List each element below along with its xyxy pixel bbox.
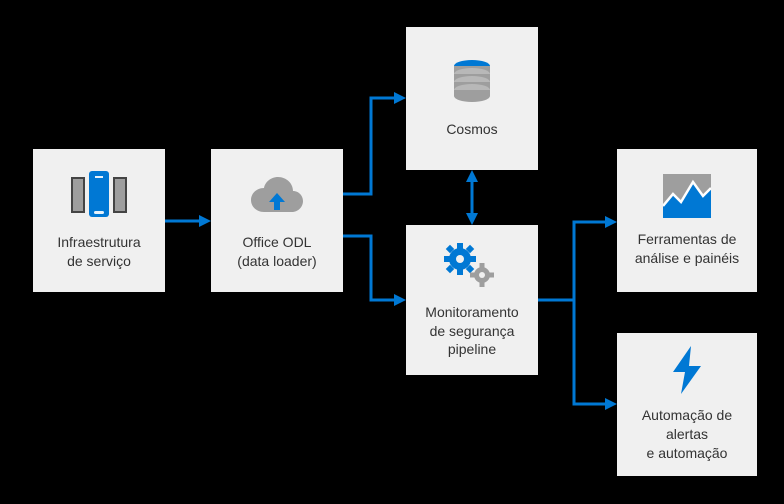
box-monitoring: Monitoramentode segurançapipeline: [406, 225, 538, 375]
arrow-monitor-to-tools: [538, 214, 617, 308]
box-label: Ferramentas deanálise e painéis: [635, 230, 739, 268]
cloud-upload-icon: [245, 171, 309, 221]
box-label: Infraestruturade serviço: [57, 233, 140, 271]
arrow-cosmos-monitor-bidir: [465, 170, 479, 225]
box-infrastructure: Infraestruturade serviço: [33, 149, 165, 292]
arrow-monitor-to-auto: [538, 296, 617, 412]
box-label: Automação de alertase automação: [625, 406, 749, 463]
chart-icon: [663, 174, 711, 218]
arrow-odl-to-monitor: [343, 232, 406, 308]
box-analysis-tools: Ferramentas deanálise e painéis: [617, 149, 757, 292]
box-office-odl: Office ODL(data loader): [211, 149, 343, 292]
box-label: Cosmos: [446, 120, 497, 139]
box-cosmos: Cosmos: [406, 27, 538, 170]
arrow-infra-to-odl: [165, 214, 211, 228]
arrow-odl-to-cosmos: [343, 90, 406, 200]
gears-icon: [442, 241, 502, 291]
lightning-icon: [667, 346, 707, 394]
database-icon: [447, 58, 497, 108]
box-label: Monitoramentode segurançapipeline: [425, 303, 518, 360]
box-automation: Automação de alertase automação: [617, 333, 757, 476]
servers-icon: [67, 171, 131, 221]
box-label: Office ODL(data loader): [237, 233, 316, 271]
